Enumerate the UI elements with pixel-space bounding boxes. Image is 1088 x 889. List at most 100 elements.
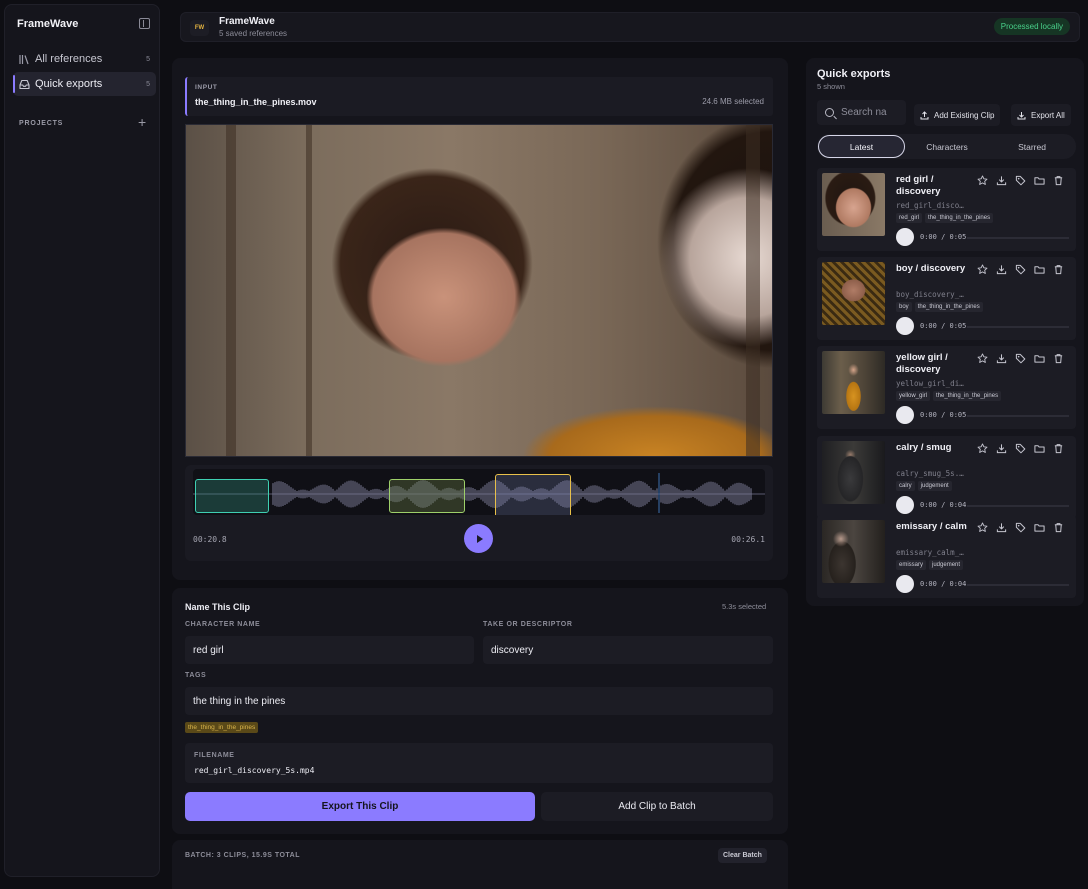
library-icon bbox=[19, 54, 30, 65]
clip-tag[interactable]: the_thing_in_the_pines bbox=[914, 302, 983, 312]
folder-icon[interactable] bbox=[1034, 353, 1045, 364]
sidebar-item-all-references[interactable]: All references 5 bbox=[13, 47, 156, 71]
clip-title: boy / discovery bbox=[896, 263, 966, 274]
clip-card[interactable]: calry / smug calry_smug_5s.… calry judgem… bbox=[817, 436, 1076, 519]
clip-card[interactable]: emissary / calm emissary_calm_… emissary… bbox=[817, 515, 1076, 598]
folder-icon[interactable] bbox=[1034, 175, 1045, 186]
trash-icon[interactable] bbox=[1053, 264, 1064, 275]
star-icon[interactable] bbox=[977, 353, 988, 364]
clip-tag[interactable]: the_thing_in_the_pines bbox=[925, 213, 994, 223]
clip-segment[interactable] bbox=[195, 479, 269, 513]
play-button[interactable] bbox=[464, 524, 493, 553]
clip-actions bbox=[977, 264, 1064, 275]
clip-card[interactable]: yellow girl / discovery yellow_girl_di… … bbox=[817, 346, 1076, 429]
tab-starred[interactable]: Starred bbox=[989, 135, 1075, 158]
search-placeholder: Search na bbox=[841, 107, 887, 118]
add-existing-clip-button[interactable]: Add Existing Clip bbox=[914, 104, 1001, 126]
clip-title: emissary / calm bbox=[896, 521, 967, 532]
sidebar-toggle-icon[interactable] bbox=[139, 18, 150, 29]
clear-batch-button[interactable]: Clear Batch bbox=[718, 848, 767, 863]
add-to-batch-button[interactable]: Add Clip to Batch bbox=[541, 792, 773, 821]
clip-title: yellow girl / discovery bbox=[896, 352, 948, 375]
clip-tag[interactable]: judgement bbox=[929, 560, 964, 570]
audio-time: 0:00 / 0:04 bbox=[920, 580, 967, 588]
export-clip-button[interactable]: Export This Clip bbox=[185, 792, 535, 821]
clip-tag[interactable]: boy bbox=[896, 302, 912, 312]
trash-icon[interactable] bbox=[1053, 175, 1064, 186]
trash-icon[interactable] bbox=[1053, 353, 1064, 364]
audio-progress-bar[interactable] bbox=[967, 237, 1069, 239]
audio-time: 0:00 / 0:04 bbox=[920, 501, 967, 509]
input-file-bar: INPUT the_thing_in_the_pines.mov 24.6 MB… bbox=[185, 77, 773, 116]
input-label: INPUT bbox=[195, 84, 218, 91]
audio-play-button[interactable] bbox=[896, 317, 914, 335]
clip-tag[interactable]: judgement bbox=[917, 481, 952, 491]
tag-icon[interactable] bbox=[1015, 175, 1026, 186]
clip-tag[interactable]: emissary bbox=[896, 560, 927, 570]
selection-duration: 5.3s selected bbox=[722, 602, 767, 611]
projects-section-label: PROJECTS bbox=[19, 120, 64, 127]
video-background-tree bbox=[226, 125, 236, 456]
take-input[interactable]: discovery bbox=[483, 636, 773, 664]
clip-thumbnail[interactable] bbox=[822, 262, 885, 325]
star-icon[interactable] bbox=[977, 175, 988, 186]
tag-icon[interactable] bbox=[1015, 264, 1026, 275]
search-input[interactable]: Search na bbox=[817, 100, 906, 125]
clip-card[interactable]: boy / discovery boy_discovery_… boy the_t… bbox=[817, 257, 1076, 340]
sidebar-item-quick-exports[interactable]: Quick exports 5 bbox=[13, 72, 156, 96]
download-icon[interactable] bbox=[996, 175, 1007, 186]
clip-thumbnail[interactable] bbox=[822, 441, 885, 504]
audio-progress-bar[interactable] bbox=[967, 326, 1069, 328]
star-icon[interactable] bbox=[977, 264, 988, 275]
audio-play-button[interactable] bbox=[896, 575, 914, 593]
character-name-input[interactable]: red girl bbox=[185, 636, 474, 664]
clip-card[interactable]: red girl / discovery red_girl_disco… red… bbox=[817, 168, 1076, 251]
plus-icon[interactable]: + bbox=[138, 115, 146, 129]
audio-progress-bar[interactable] bbox=[967, 415, 1069, 417]
download-icon[interactable] bbox=[996, 522, 1007, 533]
clip-segment[interactable] bbox=[389, 479, 465, 513]
clip-title: calry / smug bbox=[896, 442, 952, 453]
audio-progress-bar[interactable] bbox=[967, 584, 1069, 586]
clip-tag[interactable]: the_thing_in_the_pines bbox=[933, 391, 1002, 401]
star-icon[interactable] bbox=[977, 522, 988, 533]
export-all-button[interactable]: Export All bbox=[1011, 104, 1071, 126]
quick-exports-title: Quick exports bbox=[817, 68, 891, 80]
filename-field[interactable]: FILENAME red_girl_discovery_5s.mp4 bbox=[185, 743, 773, 783]
header-title: FrameWave bbox=[219, 16, 275, 27]
tag-icon[interactable] bbox=[1015, 353, 1026, 364]
folder-icon[interactable] bbox=[1034, 522, 1045, 533]
folder-icon[interactable] bbox=[1034, 443, 1045, 454]
tab-latest[interactable]: Latest bbox=[818, 135, 905, 158]
clip-tags: boy the_thing_in_the_pines bbox=[896, 302, 983, 312]
clip-tag[interactable]: calry bbox=[896, 481, 915, 491]
upload-icon bbox=[920, 110, 929, 119]
tag-chip[interactable]: the_thing_in_the_pines bbox=[185, 722, 259, 733]
tag-icon[interactable] bbox=[1015, 443, 1026, 454]
trash-icon[interactable] bbox=[1053, 522, 1064, 533]
waveform bbox=[193, 473, 765, 513]
audio-play-button[interactable] bbox=[896, 228, 914, 246]
video-preview[interactable] bbox=[185, 124, 773, 457]
clip-tag[interactable]: yellow_girl bbox=[896, 391, 931, 401]
trash-icon[interactable] bbox=[1053, 443, 1064, 454]
audio-time: 0:00 / 0:05 bbox=[920, 322, 967, 330]
download-icon[interactable] bbox=[996, 443, 1007, 454]
folder-icon[interactable] bbox=[1034, 264, 1045, 275]
tab-characters[interactable]: Characters bbox=[905, 135, 989, 158]
clip-thumbnail[interactable] bbox=[822, 351, 885, 414]
waveform-track[interactable] bbox=[193, 469, 765, 515]
download-icon[interactable] bbox=[996, 353, 1007, 364]
selected-clip-segment[interactable] bbox=[495, 474, 571, 515]
clip-thumbnail[interactable] bbox=[822, 520, 885, 583]
audio-progress-bar[interactable] bbox=[967, 505, 1069, 507]
clip-tags: red_girl the_thing_in_the_pines bbox=[896, 213, 994, 223]
audio-play-button[interactable] bbox=[896, 406, 914, 424]
download-icon[interactable] bbox=[996, 264, 1007, 275]
audio-play-button[interactable] bbox=[896, 496, 914, 514]
tag-icon[interactable] bbox=[1015, 522, 1026, 533]
star-icon[interactable] bbox=[977, 443, 988, 454]
tags-input[interactable]: the thing in the pines bbox=[185, 687, 773, 715]
clip-thumbnail[interactable] bbox=[822, 173, 885, 236]
clip-tag[interactable]: red_girl bbox=[896, 213, 923, 223]
